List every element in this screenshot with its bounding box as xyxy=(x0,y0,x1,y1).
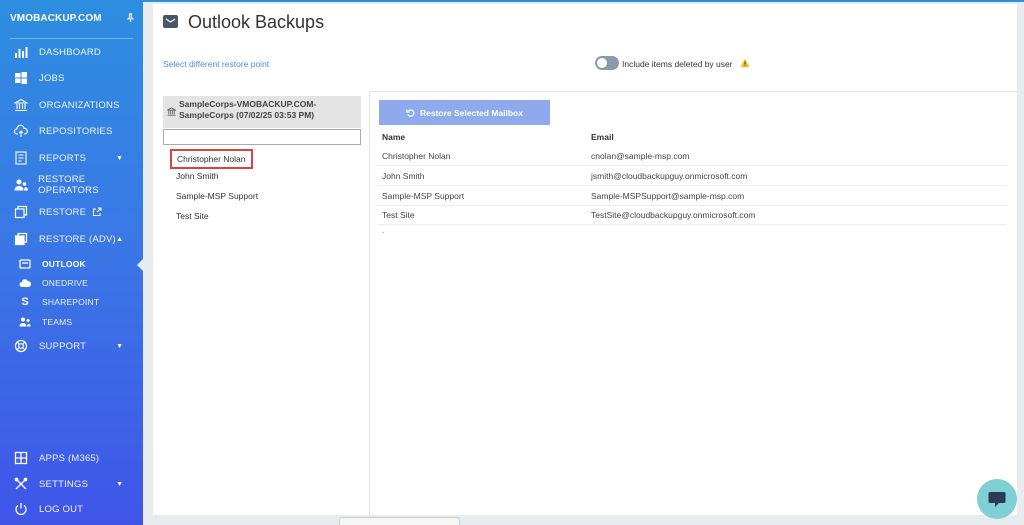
tree-item-sample-msp-support[interactable]: Sample-MSP Support xyxy=(176,191,258,201)
include-deleted-toggle[interactable] xyxy=(595,56,619,70)
tree-search-input[interactable] xyxy=(163,129,361,145)
cloud-icon xyxy=(18,277,32,289)
nav-restore-adv[interactable]: RESTORE (ADV) ▲ xyxy=(0,229,143,249)
nav-label: SUPPORT xyxy=(39,340,87,352)
chart-bars-icon xyxy=(13,45,29,59)
top-accent-line xyxy=(143,0,1024,2)
restore-selected-mailbox-button[interactable]: Restore Selected Mailbox xyxy=(379,100,550,125)
nav-restore-operators[interactable]: RESTORE OPERATORS xyxy=(0,174,143,196)
button-label: Restore Selected Mailbox xyxy=(420,107,523,118)
table-row[interactable]: Christopher Nolan cnolan@sample-msp.com xyxy=(377,147,1007,166)
nav-label: RESTORE OPERATORS xyxy=(38,174,99,196)
pane-divider xyxy=(369,92,370,515)
nav-label: ORGANIZATIONS xyxy=(39,99,120,111)
sub-item-label: SHAREPOINT xyxy=(42,297,100,307)
cell-name: Sample-MSP Support xyxy=(382,191,465,201)
brand-divider xyxy=(10,38,133,39)
restore-point-link[interactable]: Select different restore point xyxy=(163,59,269,69)
mail-icon xyxy=(163,15,178,28)
nav-settings[interactable]: SETTINGS ▼ xyxy=(0,474,143,494)
nav-label: RESTORE xyxy=(39,206,87,218)
sharepoint-icon: S xyxy=(21,296,29,308)
apps-grid-icon xyxy=(13,451,29,465)
sub-item-label: TEAMS xyxy=(42,317,73,327)
nav-reports[interactable]: REPORTS ▼ xyxy=(0,148,143,168)
toggle-knob xyxy=(597,58,607,68)
chat-bubble-icon xyxy=(988,492,1006,507)
mail-icon xyxy=(18,258,32,270)
tree-item-john-smith[interactable]: John Smith xyxy=(176,171,219,181)
cell-email: Sample-MSPSupport@sample-msp.com xyxy=(591,191,745,201)
tree-root-label: SampleCorps-VMOBACKUP.COM- xyxy=(179,99,317,109)
nav-organizations[interactable]: ORGANIZATIONS xyxy=(0,95,143,115)
nav-logout[interactable]: LOG OUT xyxy=(0,499,143,519)
sub-item-sharepoint[interactable]: S SHAREPOINT xyxy=(0,293,143,311)
pin-icon[interactable] xyxy=(126,13,135,26)
cell-email: TestSite@cloudbackupguy.onmicrosoft.com xyxy=(591,210,756,220)
nav-label: REPORTS xyxy=(39,152,87,164)
warning-icon[interactable] xyxy=(740,58,750,68)
table-row[interactable]: Sample-MSP Support Sample-MSPSupport@sam… xyxy=(377,187,1007,206)
content-divider xyxy=(369,91,1017,92)
nav-label: SETTINGS xyxy=(39,478,89,490)
sub-item-outlook[interactable]: OUTLOOK xyxy=(0,255,143,273)
caret-down-icon: ▼ xyxy=(116,480,123,488)
users-icon xyxy=(13,178,28,192)
caret-down-icon: ▼ xyxy=(116,342,123,350)
tools-icon xyxy=(13,477,29,491)
sub-item-teams[interactable]: TEAMS xyxy=(0,313,143,331)
horizontal-scrollbar[interactable] xyxy=(339,517,460,525)
windows-icon xyxy=(13,71,29,85)
bank-icon xyxy=(13,98,29,112)
table-row[interactable]: John Smith jsmith@cloudbackupguy.onmicro… xyxy=(377,167,1007,186)
tree-item-test-site[interactable]: Test Site xyxy=(176,211,209,221)
column-header-name[interactable]: Name xyxy=(382,132,405,142)
nav-label: LOG OUT xyxy=(39,503,84,515)
bank-icon xyxy=(167,107,176,116)
nav-dashboard[interactable]: DASHBOARD xyxy=(0,42,143,62)
toggle-label: Include items deleted by user xyxy=(622,59,733,69)
report-icon xyxy=(13,151,29,165)
external-link-icon xyxy=(92,207,102,217)
cell-email: cnolan@sample-msp.com xyxy=(591,151,690,161)
sub-item-onedrive[interactable]: ONEDRIVE xyxy=(0,274,143,292)
nav-restore[interactable]: RESTORE xyxy=(0,202,143,222)
main-panel: Outlook Backups Select different restore… xyxy=(153,4,1017,515)
power-icon xyxy=(13,502,29,516)
nav-repositories[interactable]: REPOSITORIES xyxy=(0,121,143,141)
nav-apps[interactable]: APPS (M365) xyxy=(0,448,143,468)
cell-name: John Smith xyxy=(382,171,425,181)
cell-email: jsmith@cloudbackupguy.onmicrosoft.com xyxy=(591,171,748,181)
sub-item-label: OUTLOOK xyxy=(42,259,86,269)
caret-down-icon: ▼ xyxy=(116,154,123,162)
column-header-email[interactable]: Email xyxy=(591,132,614,142)
sub-item-label: ONEDRIVE xyxy=(42,278,88,288)
nav-label: DASHBOARD xyxy=(39,46,101,58)
cell-name: Test Site xyxy=(382,210,415,220)
undo-icon xyxy=(406,109,415,117)
nav-jobs[interactable]: JOBS xyxy=(0,68,143,88)
cell-name: Christopher Nolan xyxy=(382,151,451,161)
nav-label: APPS (M365) xyxy=(39,452,100,464)
nav-support[interactable]: SUPPORT ▼ xyxy=(0,336,143,356)
nav-label: RESTORE (ADV) xyxy=(39,233,116,245)
page-title: Outlook Backups xyxy=(188,12,325,32)
nav-label: JOBS xyxy=(39,72,65,84)
cloud-upload-icon xyxy=(13,124,29,138)
lifebuoy-icon xyxy=(13,339,29,353)
active-indicator xyxy=(137,258,144,272)
restore-adv-icon xyxy=(13,232,29,246)
tree-item-christopher-nolan[interactable]: Christopher Nolan xyxy=(170,149,253,169)
tree-root[interactable]: SampleCorps-VMOBACKUP.COM- SampleCorps (… xyxy=(163,96,361,128)
tree-root-label: SampleCorps (07/02/25 03:53 PM) xyxy=(179,110,315,120)
chat-button[interactable] xyxy=(977,479,1017,519)
table-row[interactable]: Test Site TestSite@cloudbackupguy.onmicr… xyxy=(377,206,1007,225)
restore-icon xyxy=(13,205,29,219)
sidebar: VMOBACKUP.COM DASHBOARD JOBS ORGANIZATIO… xyxy=(0,0,143,525)
nav-label: REPOSITORIES xyxy=(39,125,113,137)
brand-name: VMOBACKUP.COM xyxy=(10,13,102,24)
teams-icon xyxy=(18,316,32,328)
grid-end-marker xyxy=(382,232,384,233)
caret-up-icon: ▲ xyxy=(116,235,123,243)
